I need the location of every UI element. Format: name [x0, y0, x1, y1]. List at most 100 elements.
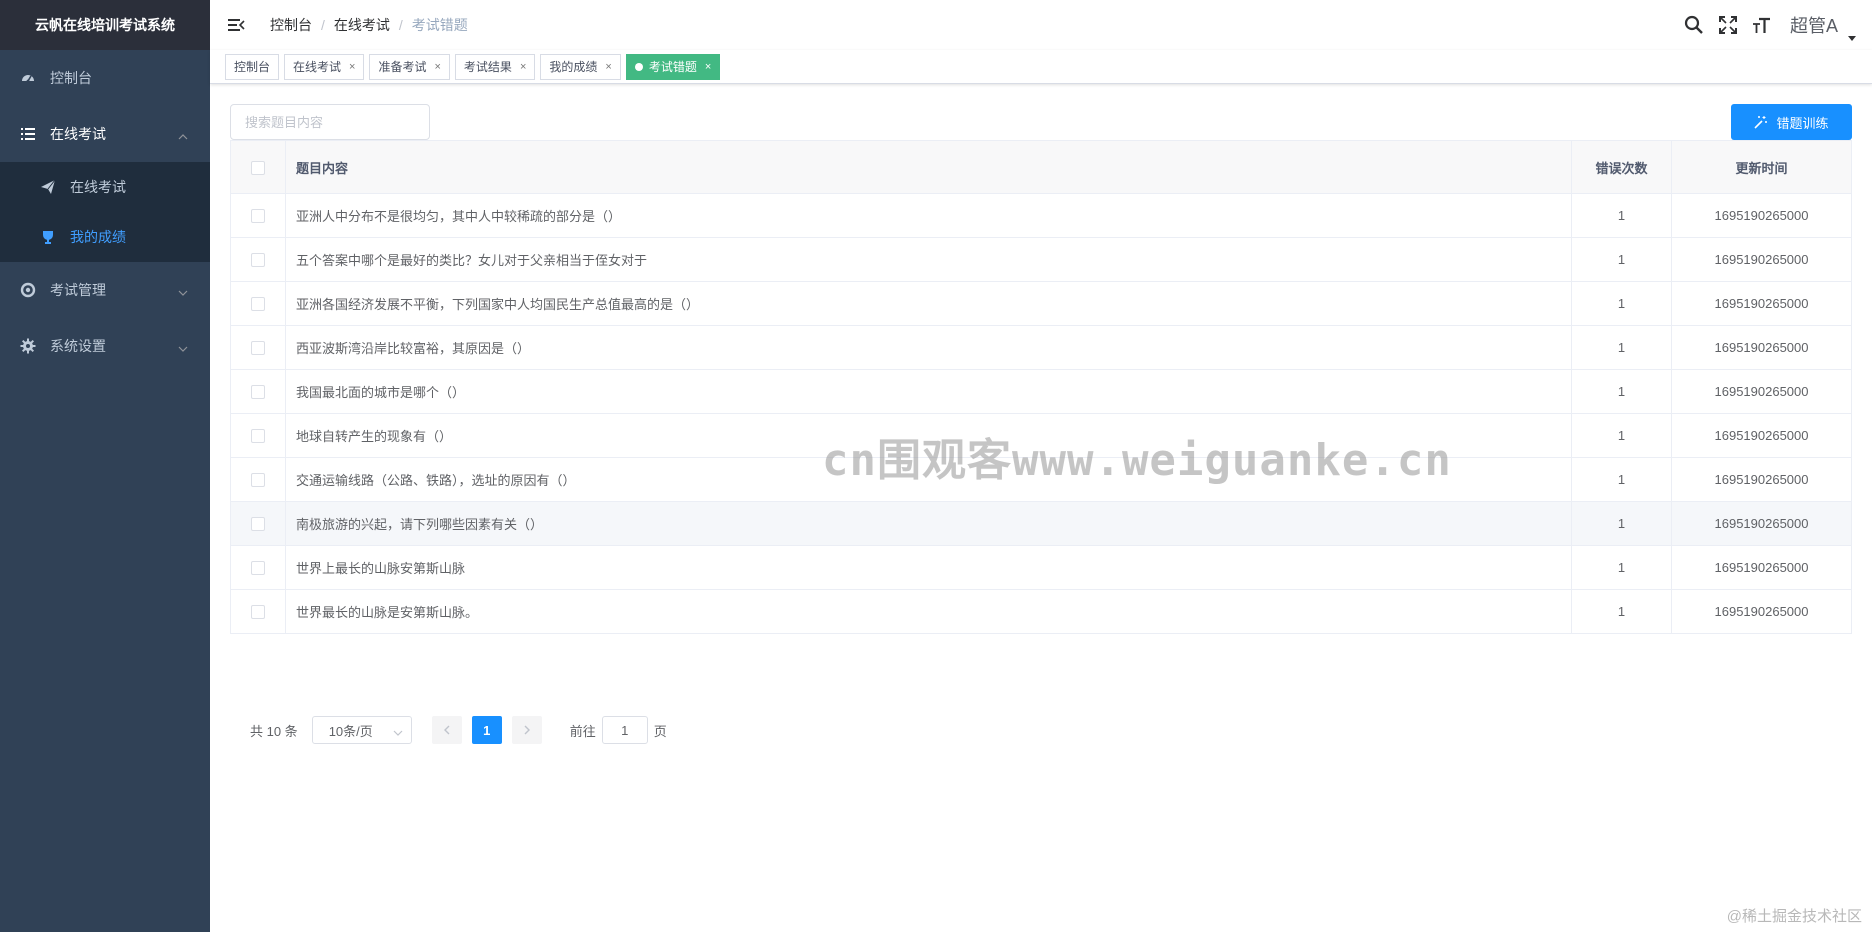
cell-count: 1	[1571, 545, 1672, 590]
table-row[interactable]: 五个答案中哪个是最好的类比？女儿对于父亲相当于侄女对于 1 1695190265…	[230, 237, 1852, 282]
cell-content: 世界最长的山脉是安第斯山脉。	[285, 589, 1572, 634]
tag-exam-result[interactable]: 考试结果 ×	[454, 53, 536, 80]
row-checkbox-cell	[230, 237, 286, 282]
row-checkbox[interactable]	[251, 517, 265, 532]
table-row[interactable]: 西亚波斯湾沿岸比较富裕，其原因是（） 1 1695190265000	[230, 325, 1852, 370]
list-icon	[20, 126, 36, 142]
chevron-up-icon	[178, 129, 188, 140]
breadcrumb: 控制台 / 在线考试 / 考试错题	[270, 15, 468, 35]
tag-dashboard[interactable]: 控制台	[225, 53, 280, 80]
close-icon[interactable]: ×	[434, 55, 440, 79]
tag-online-exam[interactable]: 在线考试 ×	[284, 53, 365, 80]
cell-content: 交通运输线路（公路、铁路），选址的原因有（）	[285, 457, 1572, 502]
table-row[interactable]: 世界最长的山脉是安第斯山脉。 1 1695190265000	[230, 589, 1852, 634]
cell-time: 1695190265000	[1671, 589, 1852, 634]
breadcrumb-separator: /	[321, 17, 325, 33]
goto-suffix: 页	[653, 723, 667, 739]
tag-label: 考试错题	[648, 59, 697, 74]
goto-page: 前往 页	[570, 716, 667, 744]
goto-page-input[interactable]	[601, 716, 648, 744]
sidebar-item-label: 考试管理	[50, 282, 106, 298]
table-row[interactable]: 我国最北面的城市是哪个（） 1 1695190265000	[230, 369, 1852, 414]
row-checkbox[interactable]	[251, 253, 265, 268]
page-number-current[interactable]: 1	[471, 716, 502, 744]
close-icon[interactable]: ×	[705, 55, 711, 79]
cell-time: 1695190265000	[1671, 237, 1852, 282]
breadcrumb-separator: /	[398, 17, 403, 33]
brand-title: 云帆在线培训考试系统	[0, 0, 210, 50]
table-row[interactable]: 亚洲各国经济发展不平衡，下列国家中人均国民生产总值最高的是（） 1 169519…	[230, 281, 1852, 326]
mistakes-table: 题目内容 错误次数 更新时间 亚洲人中分布不是很均匀，其中人中较稀疏的部分是（）…	[230, 140, 1852, 634]
next-page-button[interactable]	[511, 716, 542, 744]
header-count: 错误次数	[1571, 140, 1672, 194]
tag-label: 控制台	[234, 59, 271, 74]
sidebar-subitem-online-exam[interactable]: 在线考试	[0, 162, 210, 212]
page-size-value: 10条/页	[328, 723, 373, 739]
cell-time: 1695190265000	[1671, 193, 1852, 238]
mistake-training-button[interactable]: 错题训练	[1731, 104, 1852, 140]
prev-page-button[interactable]	[431, 716, 462, 744]
sidebar-item-dashboard[interactable]: 控制台	[0, 50, 210, 106]
hamburger-icon[interactable]	[226, 15, 246, 35]
cell-count: 1	[1571, 237, 1672, 282]
row-checkbox-cell	[230, 545, 286, 590]
cell-content: 亚洲人中分布不是很均匀，其中人中较稀疏的部分是（）	[285, 193, 1572, 238]
tag-label: 准备考试	[378, 59, 427, 74]
cell-count: 1	[1571, 281, 1672, 326]
cell-content: 我国最北面的城市是哪个（）	[285, 369, 1572, 414]
header-time: 更新时间	[1671, 140, 1852, 194]
row-checkbox[interactable]	[251, 385, 265, 400]
row-checkbox[interactable]	[251, 429, 265, 444]
cell-time: 1695190265000	[1671, 369, 1852, 414]
row-checkbox-cell	[230, 325, 286, 370]
sidebar: 云帆在线培训考试系统 控制台 在线考试 在线考试 我的成绩 考试管理 系统设置	[0, 0, 210, 932]
sidebar-item-label: 控制台	[50, 70, 92, 86]
table-row[interactable]: 南极旅游的兴起，请下列哪些因素有关（） 1 1695190265000	[230, 501, 1852, 546]
table-header-row: 题目内容 错误次数 更新时间	[230, 140, 1852, 194]
row-checkbox[interactable]	[251, 561, 265, 576]
page-size-select[interactable]: 10条/页	[311, 716, 412, 744]
cell-count: 1	[1571, 589, 1672, 634]
table-row[interactable]: 地球自转产生的现象有（） 1 1695190265000	[230, 413, 1852, 458]
right-menu: 超管A	[1684, 0, 1856, 50]
font-size-icon[interactable]	[1752, 15, 1772, 35]
sidebar-item-exam-manage[interactable]: 考试管理	[0, 262, 210, 318]
breadcrumb-item-online-exam[interactable]: 在线考试	[334, 15, 390, 35]
search-input[interactable]	[230, 104, 430, 140]
user-name: 超管A	[1789, 16, 1838, 36]
main-area: 控制台 / 在线考试 / 考试错题 超管A 控制台 在线考试 × 准备考试 × …	[210, 0, 1872, 932]
close-icon[interactable]: ×	[520, 55, 526, 79]
row-checkbox[interactable]	[251, 605, 265, 620]
close-icon[interactable]: ×	[605, 55, 611, 79]
table-row[interactable]: 交通运输线路（公路、铁路），选址的原因有（） 1 1695190265000	[230, 457, 1852, 502]
tag-prepare-exam[interactable]: 准备考试 ×	[369, 53, 450, 80]
search-icon[interactable]	[1684, 15, 1704, 35]
row-checkbox[interactable]	[251, 341, 265, 356]
pagination-total: 共 10 条	[250, 723, 298, 739]
fullscreen-icon[interactable]	[1718, 15, 1738, 35]
row-checkbox[interactable]	[251, 473, 265, 488]
row-checkbox-cell	[230, 501, 286, 546]
breadcrumb-item-dashboard[interactable]: 控制台	[270, 15, 312, 35]
row-checkbox[interactable]	[251, 209, 265, 224]
sidebar-item-online-exam[interactable]: 在线考试	[0, 106, 210, 162]
tag-label: 考试结果	[463, 59, 512, 74]
close-icon[interactable]: ×	[349, 55, 355, 79]
cell-count: 1	[1571, 193, 1672, 238]
user-dropdown[interactable]: 超管A	[1789, 12, 1856, 41]
select-all-checkbox[interactable]	[251, 160, 265, 175]
row-checkbox-cell	[230, 457, 286, 502]
tag-exam-mistakes[interactable]: 考试错题 ×	[625, 53, 721, 80]
sidebar-item-label: 我的成绩	[70, 229, 126, 245]
row-checkbox[interactable]	[251, 297, 265, 312]
sidebar-item-system-settings[interactable]: 系统设置	[0, 318, 210, 374]
toolbar: 错题训练	[210, 104, 1872, 140]
row-checkbox-cell	[230, 413, 286, 458]
cell-time: 1695190265000	[1671, 281, 1852, 326]
chevron-down-icon	[178, 341, 188, 352]
tag-my-scores[interactable]: 我的成绩 ×	[540, 53, 621, 80]
table-row[interactable]: 世界上最长的山脉安第斯山脉 1 1695190265000	[230, 545, 1852, 590]
sidebar-item-label: 系统设置	[50, 338, 106, 354]
table-row[interactable]: 亚洲人中分布不是很均匀，其中人中较稀疏的部分是（） 1 169519026500…	[230, 193, 1852, 238]
sidebar-subitem-my-scores[interactable]: 我的成绩	[0, 212, 210, 262]
